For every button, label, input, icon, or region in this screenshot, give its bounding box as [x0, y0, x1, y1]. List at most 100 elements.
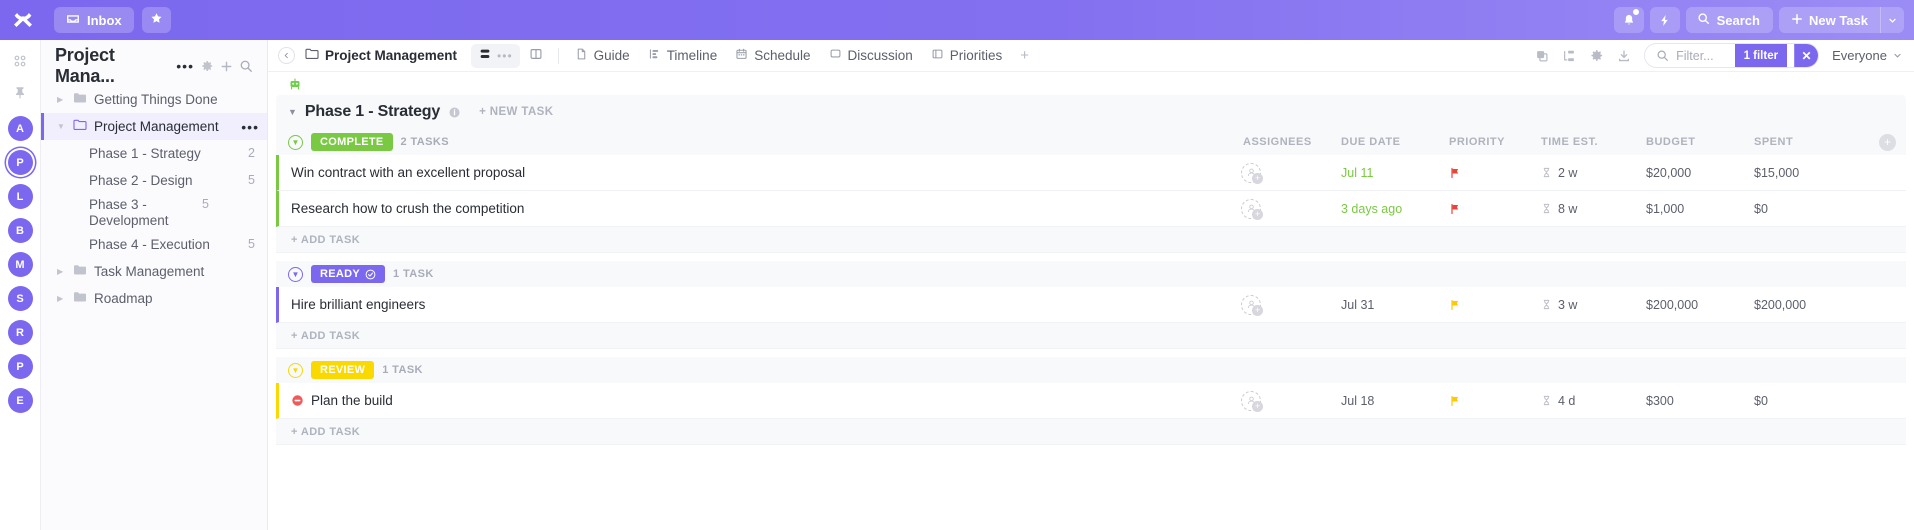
info-icon[interactable]: [448, 106, 461, 119]
view-board-button[interactable]: [522, 44, 550, 68]
avatar[interactable]: S: [7, 286, 33, 311]
sidebar-item-task-management[interactable]: ▶ Task Management: [41, 258, 267, 285]
status-badge[interactable]: READY: [311, 265, 386, 283]
table-row[interactable]: Win contract with an excellent proposal …: [276, 155, 1906, 191]
subtasks-icon[interactable]: [1562, 49, 1576, 63]
collapse-sidebar-button[interactable]: [278, 47, 295, 64]
add-icon[interactable]: [220, 60, 233, 73]
tab-schedule[interactable]: Schedule: [727, 44, 818, 68]
task-name-wrap[interactable]: Plan the build: [291, 393, 393, 408]
time-estimate-cell[interactable]: 2 w: [1541, 166, 1646, 180]
column-header-time-est[interactable]: TIME EST.: [1541, 136, 1646, 148]
add-assignee-icon[interactable]: +: [1241, 390, 1263, 412]
column-header-spent[interactable]: SPENT: [1754, 136, 1862, 148]
priority-cell[interactable]: [1449, 394, 1541, 408]
assignee-cell[interactable]: +: [1241, 390, 1341, 412]
sidebar-item-phase-3-development[interactable]: Phase 3 - Development 5: [41, 194, 267, 231]
task-name[interactable]: Hire brilliant engineers: [291, 297, 425, 312]
duplicate-icon[interactable]: [1535, 49, 1549, 63]
due-date-cell[interactable]: 3 days ago: [1341, 202, 1449, 216]
time-estimate-cell[interactable]: 8 w: [1541, 202, 1646, 216]
priority-cell[interactable]: [1449, 202, 1541, 216]
task-name[interactable]: Win contract with an excellent proposal: [291, 165, 525, 180]
inbox-button[interactable]: Inbox: [54, 7, 134, 33]
search-button[interactable]: Search: [1685, 7, 1773, 33]
assignee-cell[interactable]: +: [1241, 294, 1341, 316]
tab-priorities[interactable]: Priorities: [923, 44, 1011, 68]
sidebar-item-phase-2-design[interactable]: Phase 2 - Design 5: [41, 167, 267, 194]
automations-button[interactable]: [1649, 7, 1680, 33]
sidebar-more-button[interactable]: •••: [176, 59, 194, 73]
gear-icon[interactable]: [1589, 48, 1604, 63]
sidebar-item-project-management[interactable]: ▼ Project Management •••: [41, 113, 267, 140]
tab-timeline[interactable]: Timeline: [640, 44, 726, 68]
chevron-right-icon[interactable]: ▶: [57, 267, 66, 276]
priority-cell[interactable]: [1449, 298, 1541, 312]
view-list-button[interactable]: •••: [471, 43, 520, 68]
sidebar-item-phase-4-execution[interactable]: Phase 4 - Execution 5: [41, 231, 267, 258]
chevron-down-circle-icon[interactable]: ▼: [288, 362, 303, 378]
assignee-filter-dropdown[interactable]: Everyone: [1832, 48, 1902, 63]
budget-cell[interactable]: $300: [1646, 394, 1754, 408]
column-header-assignees[interactable]: ASSIGNEES: [1241, 136, 1341, 148]
avatar[interactable]: A: [7, 116, 33, 141]
avatar[interactable]: B: [7, 218, 33, 243]
task-name[interactable]: Research how to crush the competition: [291, 201, 524, 216]
avatar[interactable]: L: [7, 184, 33, 209]
clickup-logo-icon[interactable]: [8, 5, 38, 35]
table-row[interactable]: Hire brilliant engineers + Jul 31 3 w $2…: [276, 287, 1906, 323]
notifications-button[interactable]: [1613, 7, 1644, 33]
chevron-right-icon[interactable]: ▶: [57, 294, 66, 303]
due-date-cell[interactable]: Jul 18: [1341, 394, 1449, 408]
add-assignee-icon[interactable]: +: [1241, 162, 1263, 184]
status-badge[interactable]: COMPLETE: [311, 133, 393, 151]
avatar[interactable]: R: [7, 320, 33, 345]
add-task-button[interactable]: + ADD TASK: [276, 419, 1906, 445]
spent-cell[interactable]: $0: [1754, 202, 1862, 216]
gear-icon[interactable]: [200, 59, 214, 73]
budget-cell[interactable]: $200,000: [1646, 298, 1754, 312]
filter-input[interactable]: Filter... 1 filter ✕: [1644, 43, 1820, 68]
robot-icon[interactable]: [276, 72, 1914, 95]
close-icon[interactable]: ✕: [1794, 44, 1819, 67]
pin-icon[interactable]: [8, 81, 32, 103]
sidebar-item-phase-1-strategy[interactable]: Phase 1 - Strategy 2: [41, 140, 267, 167]
search-icon[interactable]: [239, 59, 253, 73]
tab-guide[interactable]: Guide: [567, 44, 638, 68]
avatar[interactable]: M: [7, 252, 33, 277]
spent-cell[interactable]: $0: [1754, 394, 1862, 408]
ellipsis-icon[interactable]: •••: [497, 50, 513, 62]
plus-circle-icon[interactable]: +: [1879, 133, 1896, 151]
avatar[interactable]: P: [7, 354, 33, 379]
chevron-down-circle-icon[interactable]: ▼: [288, 266, 303, 282]
add-task-button[interactable]: + ADD TASK: [276, 323, 1906, 349]
new-task-dropdown-button[interactable]: [1880, 7, 1904, 33]
column-header-priority[interactable]: PRIORITY: [1449, 136, 1541, 148]
sidebar-item-more-button[interactable]: •••: [241, 120, 259, 134]
new-task-button[interactable]: New Task: [1778, 7, 1880, 33]
phase-new-task-button[interactable]: + NEW TASK: [479, 106, 553, 118]
tab-discussion[interactable]: Discussion: [821, 44, 921, 68]
chevron-down-circle-icon[interactable]: ▼: [288, 134, 303, 150]
chevron-down-icon[interactable]: ▼: [57, 122, 66, 131]
add-view-button[interactable]: +: [1012, 47, 1037, 64]
assignee-cell[interactable]: +: [1241, 198, 1341, 220]
grid-apps-icon[interactable]: [8, 50, 32, 72]
avatar[interactable]: E: [7, 388, 33, 413]
add-task-button[interactable]: + ADD TASK: [276, 227, 1906, 253]
chevron-right-icon[interactable]: ▶: [57, 95, 66, 104]
assignee-cell[interactable]: +: [1241, 162, 1341, 184]
sidebar-item-roadmap[interactable]: ▶ Roadmap: [41, 285, 267, 312]
add-assignee-icon[interactable]: +: [1241, 198, 1263, 220]
table-row[interactable]: Research how to crush the competition + …: [276, 191, 1906, 227]
table-row[interactable]: Plan the build + Jul 18 4 d $300 $0: [276, 383, 1906, 419]
add-assignee-icon[interactable]: +: [1241, 294, 1263, 316]
time-estimate-cell[interactable]: 4 d: [1541, 394, 1646, 408]
avatar[interactable]: P: [7, 150, 33, 175]
spent-cell[interactable]: $200,000: [1754, 298, 1862, 312]
budget-cell[interactable]: $1,000: [1646, 202, 1754, 216]
status-badge[interactable]: REVIEW: [311, 361, 375, 379]
priority-cell[interactable]: [1449, 166, 1541, 180]
favorites-button[interactable]: [141, 7, 171, 33]
due-date-cell[interactable]: Jul 11: [1341, 166, 1449, 180]
